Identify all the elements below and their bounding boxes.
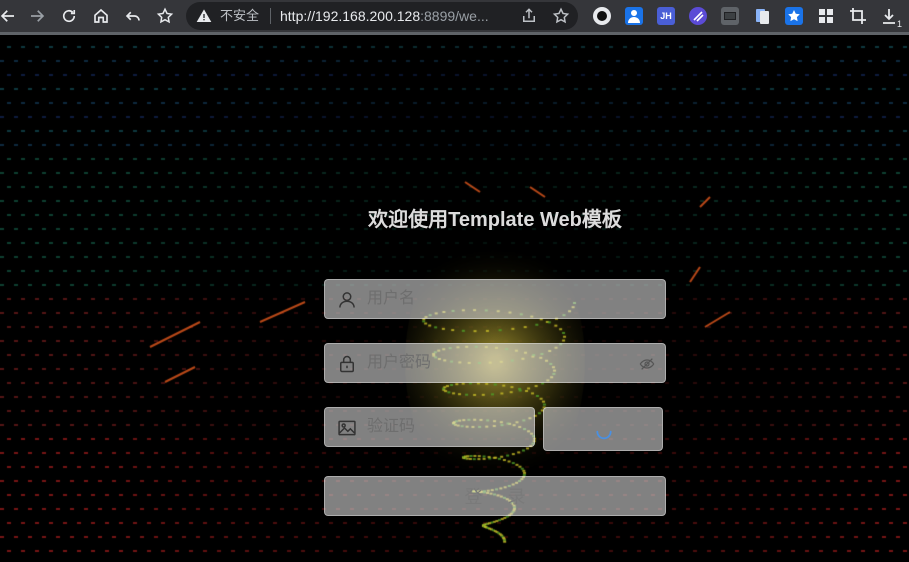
extension-window-icon[interactable] xyxy=(721,7,739,25)
loading-spinner-icon xyxy=(596,430,612,440)
extension-slash-icon[interactable] xyxy=(689,7,707,25)
back-button[interactable] xyxy=(0,4,20,28)
separator xyxy=(270,8,271,24)
reload-button[interactable] xyxy=(57,4,81,28)
extension-circle-icon[interactable] xyxy=(593,7,611,25)
extension-person-icon[interactable] xyxy=(625,7,643,25)
arrow-right-icon xyxy=(31,10,45,22)
undo-button[interactable] xyxy=(121,4,145,28)
warning-icon[interactable] xyxy=(196,8,212,24)
undo-icon xyxy=(125,11,140,21)
username-input[interactable] xyxy=(365,280,625,318)
browser-toolbar: 不安全 http://192.168.200.128:8899/we... JH… xyxy=(0,0,909,32)
lock-icon xyxy=(340,355,354,373)
star-icon xyxy=(156,7,174,24)
eye-hidden-icon[interactable] xyxy=(639,356,655,372)
home-icon xyxy=(94,8,108,23)
captcha-input[interactable] xyxy=(365,408,494,446)
url-text[interactable]: http://192.168.200.128:8899/we... xyxy=(280,8,489,24)
bookmark-star-icon[interactable] xyxy=(552,7,570,25)
password-input[interactable] xyxy=(365,344,625,382)
download-button[interactable]: 1 xyxy=(880,7,902,29)
username-field[interactable] xyxy=(324,279,666,319)
extension-docs-icon[interactable] xyxy=(753,7,771,25)
page-top-border xyxy=(0,32,909,35)
security-label[interactable]: 不安全 xyxy=(220,8,259,24)
share-icon[interactable] xyxy=(520,7,538,25)
download-count: 1 xyxy=(896,19,902,29)
captcha-field[interactable] xyxy=(324,407,535,447)
home-button[interactable] xyxy=(89,4,113,28)
user-icon xyxy=(339,292,355,308)
login-title: 欢迎使用Template Web模板 xyxy=(368,209,622,231)
extensions-grid-icon[interactable] xyxy=(817,7,835,25)
bookmark-button[interactable] xyxy=(153,4,177,28)
extension-star-icon[interactable] xyxy=(785,7,803,25)
forward-button[interactable] xyxy=(25,4,49,28)
image-icon xyxy=(338,420,356,436)
url-rest: :8899/we... xyxy=(420,8,489,24)
login-button[interactable]: 登 录 xyxy=(324,476,666,516)
captcha-image[interactable] xyxy=(543,407,663,451)
reload-icon xyxy=(62,9,76,23)
extension-jh-icon[interactable]: JH xyxy=(657,7,675,25)
arrow-left-icon xyxy=(0,10,14,22)
address-bar[interactable]: 不安全 http://192.168.200.128:8899/we... xyxy=(186,2,578,30)
crop-icon[interactable] xyxy=(849,7,867,25)
download-icon xyxy=(883,9,895,24)
password-field[interactable] xyxy=(324,343,666,383)
url-host: http://192.168.200.128 xyxy=(280,8,421,24)
